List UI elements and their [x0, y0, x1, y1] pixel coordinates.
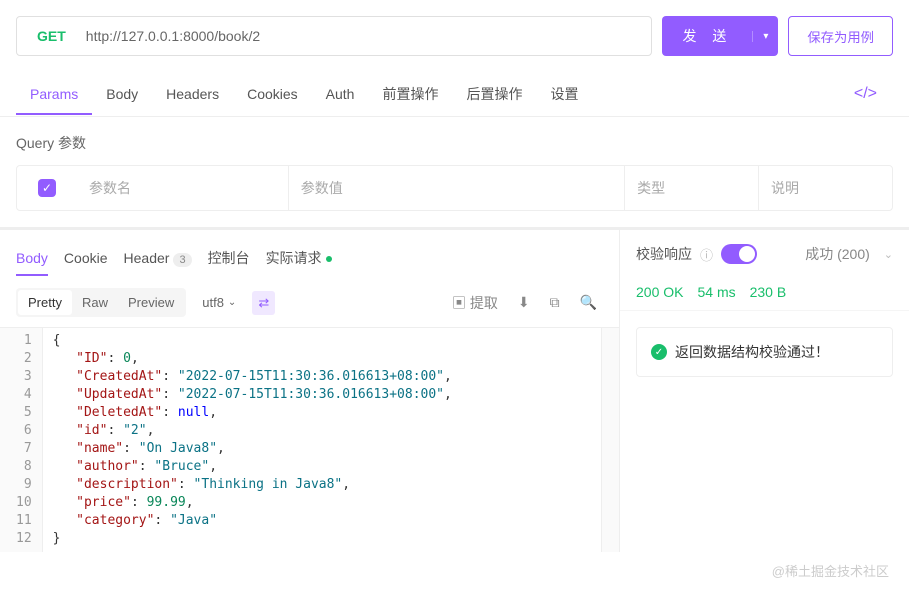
param-desc-input[interactable]: 说明 [758, 166, 892, 210]
resp-tab-console[interactable]: 控制台 [208, 242, 250, 278]
scrollbar[interactable] [601, 328, 619, 552]
tab-cookies[interactable]: Cookies [233, 74, 312, 114]
validation-result: ✓ 返回数据结构校验通过！ [636, 327, 893, 377]
filter-icon[interactable]: ⇄ [252, 291, 275, 315]
tab-设置[interactable]: 设置 [536, 72, 592, 116]
response-status-line: 200 OK 54 ms 230 B [620, 274, 909, 311]
download-icon[interactable]: ⬇ [512, 294, 536, 311]
code-line: } [53, 530, 609, 548]
response-size: 230 B [750, 284, 787, 300]
tab-后置操作[interactable]: 后置操作 [452, 72, 536, 116]
send-button[interactable]: 发 送 [662, 26, 752, 46]
copy-icon[interactable]: ⧉ [544, 294, 566, 311]
param-type-input[interactable]: 类型 [624, 166, 758, 210]
tab-body[interactable]: Body [92, 74, 152, 114]
http-method[interactable]: GET [17, 28, 86, 44]
code-line: "UpdatedAt": "2022-07-15T11:30:36.016613… [53, 386, 609, 404]
method-url-bar: GET [16, 16, 652, 56]
status-label[interactable]: 成功 (200) [805, 244, 870, 264]
chevron-down-icon: ⌄ [884, 248, 893, 261]
params-checkbox[interactable]: ✓ [38, 179, 56, 197]
send-dropdown[interactable]: ▾ [752, 31, 778, 42]
code-line: "author": "Bruce", [53, 458, 609, 476]
chevron-down-icon: ⌄ [228, 297, 236, 308]
params-checkbox-cell: ✓ [17, 166, 77, 210]
response-time: 54 ms [697, 284, 735, 300]
tab-params[interactable]: Params [16, 74, 92, 114]
view-mode-pretty[interactable]: Pretty [18, 290, 72, 315]
code-line: "ID": 0, [53, 350, 609, 368]
tab-headers[interactable]: Headers [152, 74, 233, 114]
extract-button[interactable]: ▣ 提取 [446, 293, 504, 313]
code-line: "DeletedAt": null, [53, 404, 609, 422]
send-button-group: 发 送 ▾ [662, 16, 778, 56]
query-params-title: Query 参数 [16, 133, 893, 153]
config-tabs: ParamsBodyHeadersCookiesAuth前置操作后置操作设置 <… [0, 72, 909, 117]
code-line: "price": 99.99, [53, 494, 609, 512]
check-circle-icon: ✓ [651, 344, 667, 360]
search-icon[interactable]: 🔍 [574, 294, 603, 311]
dot-indicator-icon [326, 256, 332, 262]
code-line: "id": "2", [53, 422, 609, 440]
params-table: ✓ 参数名 参数值 类型 说明 [16, 165, 893, 211]
code-line: "CreatedAt": "2022-07-15T11:30:36.016613… [53, 368, 609, 386]
encoding-select[interactable]: utf8 ⌄ [202, 295, 236, 310]
response-body-viewer: 123456789101112 { "ID": 0, "CreatedAt": … [0, 327, 619, 552]
view-mode-preview[interactable]: Preview [118, 290, 184, 315]
validate-toggle[interactable] [721, 244, 757, 264]
code-line: "category": "Java" [53, 512, 609, 530]
resp-tab-actual-request[interactable]: 实际请求 [266, 242, 332, 278]
url-input[interactable] [86, 28, 652, 44]
resp-tab-body[interactable]: Body [16, 244, 48, 276]
view-mode-raw[interactable]: Raw [72, 290, 118, 315]
status-code: 200 OK [636, 284, 683, 300]
resp-tab-header[interactable]: Header3 [124, 244, 192, 276]
code-line: { [53, 332, 609, 350]
code-line: "name": "On Java8", [53, 440, 609, 458]
resp-tab-cookie[interactable]: Cookie [64, 244, 108, 276]
code-icon[interactable]: </> [838, 85, 893, 103]
param-name-input[interactable]: 参数名 [77, 166, 288, 210]
validate-response-label: 校验响应 [636, 244, 692, 264]
view-mode-switch: Pretty Raw Preview [16, 288, 186, 317]
tab-auth[interactable]: Auth [312, 74, 369, 114]
watermark: @稀土掘金技术社区 [772, 561, 889, 580]
tab-前置操作[interactable]: 前置操作 [368, 72, 452, 116]
validation-message: 返回数据结构校验通过！ [675, 342, 829, 362]
help-icon[interactable]: ⓘ [700, 245, 713, 264]
save-as-case-button[interactable]: 保存为用例 [788, 16, 893, 56]
code-line: "description": "Thinking in Java8", [53, 476, 609, 494]
param-value-input[interactable]: 参数值 [288, 166, 624, 210]
